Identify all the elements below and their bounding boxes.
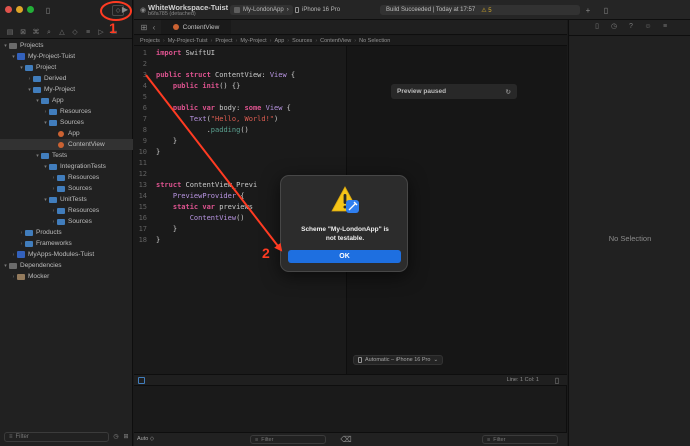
alert-dialog: Scheme "My-LondonApp" is not testable. O…: [280, 175, 408, 272]
alert-message-line1: Scheme "My-LondonApp" is: [301, 226, 389, 233]
warning-icon: [331, 186, 359, 213]
alert-message-line2: not testable.: [325, 234, 365, 242]
alert-message: Scheme "My-LondonApp" is not testable.: [287, 226, 403, 243]
ok-button[interactable]: OK: [288, 250, 401, 263]
